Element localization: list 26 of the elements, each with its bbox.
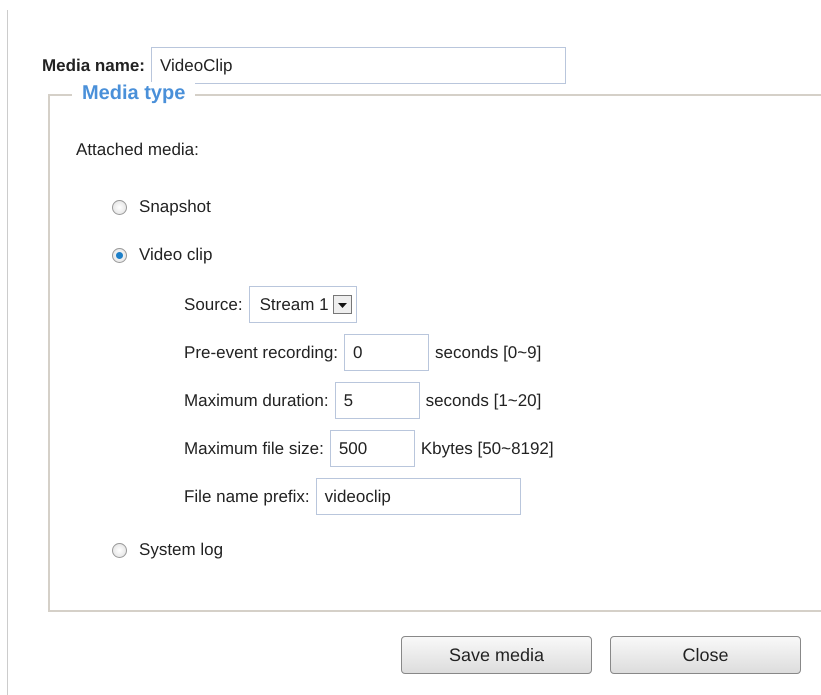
- radio-button[interactable]: [112, 542, 127, 558]
- option-label: Video clip: [139, 245, 212, 265]
- option-label: Snapshot: [139, 197, 211, 217]
- input-field[interactable]: 500: [330, 430, 415, 467]
- range-hint: seconds [1~20]: [426, 390, 542, 410]
- field-label: File name prefix:: [184, 486, 310, 506]
- source-dropdown[interactable]: Stream 1: [248, 286, 357, 323]
- radio-button[interactable]: [112, 200, 127, 214]
- media-name-field[interactable]: VideoClip: [150, 47, 566, 84]
- field-label: Source:: [184, 294, 243, 314]
- action-button[interactable]: Close: [610, 636, 801, 674]
- input-field[interactable]: 0: [344, 334, 430, 371]
- input-field[interactable]: 5: [334, 382, 420, 419]
- attached-media-label: Attached media:: [76, 139, 200, 160]
- field-label: Maximum duration:: [184, 390, 329, 410]
- field-label: Maximum file size:: [184, 438, 324, 458]
- caret-icon: [332, 295, 352, 314]
- radio-button[interactable]: [112, 248, 127, 262]
- input-field[interactable]: videoclip: [316, 478, 521, 515]
- media-name-label: Media name:: [42, 56, 145, 76]
- option-label: System log: [139, 540, 224, 560]
- action-button[interactable]: Save media: [401, 636, 592, 674]
- group-legend: Media type: [72, 82, 196, 105]
- range-hint: seconds [0~9]: [435, 342, 542, 362]
- field-label: Pre-event recording:: [184, 342, 338, 362]
- range-hint: Kbytes [50~8192]: [420, 438, 554, 458]
